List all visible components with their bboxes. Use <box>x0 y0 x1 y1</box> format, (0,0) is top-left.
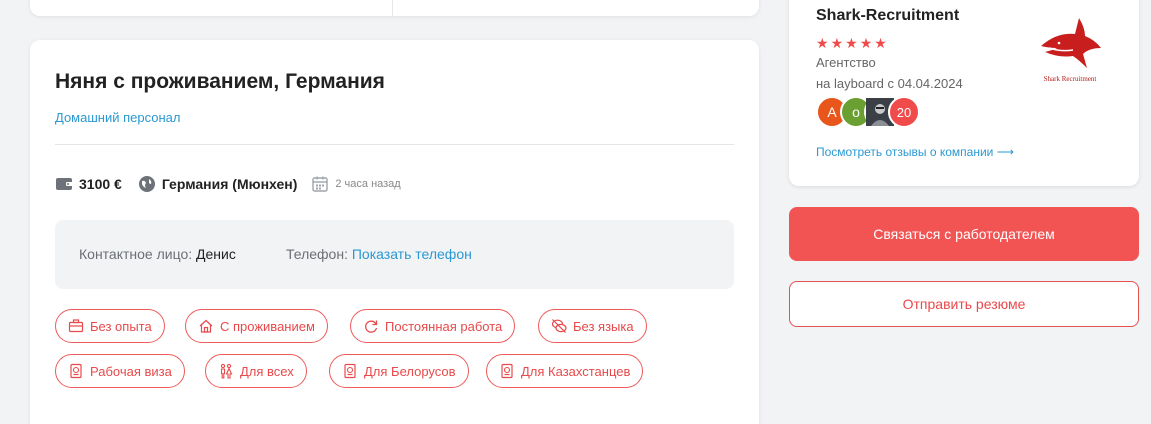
reviewer-avatars[interactable]: А о 20 <box>816 96 920 128</box>
people-icon <box>218 363 234 379</box>
tag-label: Для Казахстанцев <box>521 363 631 379</box>
star-icon: ★ <box>830 35 844 51</box>
contact-box: Контактное лицо: Денис Телефон: Показать… <box>55 220 734 289</box>
star-icon: ★ <box>816 35 829 51</box>
company-rating: ★ ★ ★ ★ ★ <box>816 36 887 50</box>
contact-phone: Телефон: Показать телефон <box>286 246 472 262</box>
show-phone-link[interactable]: Показать телефон <box>352 246 472 262</box>
briefcase-icon <box>68 318 84 334</box>
tag-for-belarusians[interactable]: Для Белорусов <box>329 354 469 388</box>
tag-no-experience[interactable]: Без опыта <box>55 309 165 343</box>
tag-label: Для Белорусов <box>364 363 456 379</box>
company-name[interactable]: Shark-Recruitment <box>816 7 959 25</box>
company-logo-text: Shark Recruitment <box>1043 75 1097 83</box>
tag-no-language[interactable]: Без языка <box>538 309 647 343</box>
star-icon: ★ <box>859 35 873 51</box>
location: Германия (Мюнхен) <box>161 176 298 192</box>
shark-logo-icon <box>1041 18 1101 68</box>
contact-person: Контактное лицо: Денис <box>79 246 236 262</box>
review-count-badge: 20 <box>888 96 920 128</box>
contact-person-label: Контактное лицо: <box>79 246 193 262</box>
card-divider <box>392 0 393 16</box>
speech-bubbles-icon <box>551 318 567 334</box>
globe-icon <box>138 175 156 193</box>
calendar-icon <box>311 175 329 193</box>
tag-label: Постоянная работа <box>385 318 503 334</box>
tag-label: Для всех <box>240 363 294 379</box>
tag-label: С проживанием <box>220 318 315 334</box>
tag-permanent-job[interactable]: Постоянная работа <box>350 309 516 343</box>
send-resume-button[interactable]: Отправить резюме <box>789 281 1139 327</box>
company-card: Shark-Recruitment ★ ★ ★ ★ ★ Агентство на… <box>789 0 1139 186</box>
tag-label: Рабочая виза <box>90 363 172 379</box>
company-reviews-link[interactable]: Посмотреть отзывы о компании ⟶ <box>816 145 1014 159</box>
house-icon <box>198 318 214 334</box>
tag-label: Без опыта <box>90 318 152 334</box>
salary: 3100 € <box>79 176 122 192</box>
job-category-link[interactable]: Домашний персонал <box>55 110 180 125</box>
company-type: Агентство <box>816 55 876 70</box>
contact-employer-button[interactable]: Связаться с работодателем <box>789 207 1139 261</box>
contact-person-name: Денис <box>196 246 236 262</box>
passport-icon <box>68 363 84 379</box>
previous-job-card <box>30 0 759 16</box>
passport-icon <box>499 363 515 379</box>
job-card: Няня с проживанием, Германия Домашний пе… <box>30 40 759 424</box>
phone-label: Телефон: <box>286 246 348 262</box>
refresh-icon <box>363 318 379 334</box>
tag-label: Без языка <box>573 318 634 334</box>
star-icon: ★ <box>845 35 858 51</box>
tag-with-accommodation[interactable]: С проживанием <box>185 309 328 343</box>
tag-work-visa[interactable]: Рабочая виза <box>55 354 185 388</box>
job-title: Няня с проживанием, Германия <box>55 70 385 93</box>
company-logo[interactable]: Shark Recruitment <box>1035 12 1105 83</box>
wallet-icon <box>55 175 73 193</box>
company-since: на layboard с 04.04.2024 <box>816 76 963 91</box>
job-meta: 3100 € Германия (Мюнхен) 2 часа назад <box>55 174 401 194</box>
star-icon: ★ <box>874 35 887 51</box>
tag-for-kazakhstanis[interactable]: Для Казахстанцев <box>486 354 644 388</box>
passport-icon <box>342 363 358 379</box>
divider <box>55 144 734 145</box>
tag-for-everyone[interactable]: Для всех <box>205 354 307 388</box>
posted-time: 2 часа назад <box>335 178 401 190</box>
